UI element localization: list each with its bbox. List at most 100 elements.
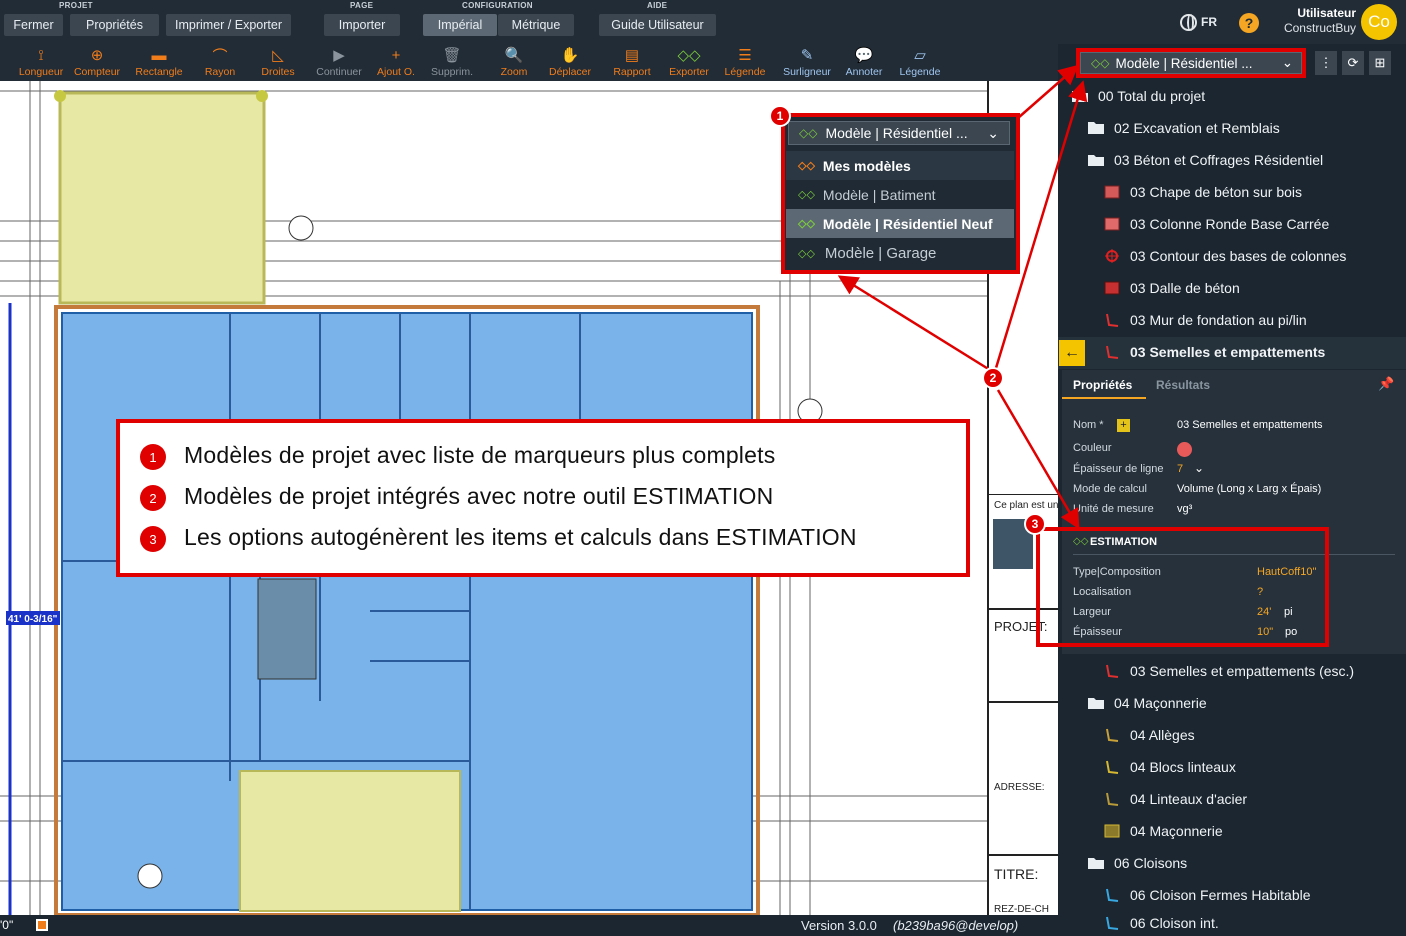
area-icon [1104,217,1120,231]
annotation-legend-tool[interactable]: ▱ Légende [899,44,941,81]
linear-icon [1106,760,1119,774]
area-icon [1104,185,1120,199]
tree-item[interactable]: 04 Maçonnerie [1058,687,1406,719]
address-label: ADRESSE: [994,782,1045,793]
user-label: Utilisateur [1297,6,1356,20]
tree-item[interactable]: 04 Linteaux d'acier [1058,783,1406,815]
menu-bar: PROJET PAGE CONFIGURATION AIDE Fermer Pr… [0,0,1406,44]
report-icon: ▤ [624,47,640,64]
estimation-logo-icon: ◇◇ [798,160,815,172]
rectangle-icon: ▬ [151,46,167,64]
lines-tool[interactable]: ◺ Droites [258,44,298,81]
print-export-button[interactable]: Imprimer / Exporter [166,14,291,36]
color-swatch[interactable] [1177,442,1192,457]
calc-mode-value[interactable]: Volume (Long x Larg x Épais) [1177,483,1321,495]
tree-item[interactable]: 06 Cloisons [1058,847,1406,879]
avatar[interactable]: Co [1361,4,1397,40]
group-label-projet: PROJET [59,1,93,10]
tree-item[interactable]: 03 Béton et Coffrages Résidentiel [1058,144,1406,176]
length-icon: ⟟ [38,46,44,64]
tree-item[interactable]: 03 Chape de béton sur bois [1058,176,1406,208]
tree-item[interactable]: 03 Contour des bases de colonnes [1058,240,1406,272]
tree-item[interactable]: 04 Blocs linteaux [1058,751,1406,783]
delete-tool[interactable]: 🗑 Supprim. [430,44,474,81]
properties-button[interactable]: Propriétés [70,14,159,36]
crosshair-icon [1105,249,1119,263]
tree-item[interactable]: 02 Excavation et Remblais [1058,112,1406,144]
legend-icon: ☰ [738,47,752,64]
tab-properties[interactable]: Propriétés [1073,378,1132,392]
tree-item[interactable]: 04 Allèges [1058,719,1406,751]
tree-item[interactable]: 03 Mur de fondation au pi/lin [1058,304,1406,336]
dropdown-item[interactable]: ◇◇ Mes modèles [786,151,1014,180]
name-value[interactable]: 03 Semelles et empattements [1177,419,1323,431]
globe-icon[interactable] [1180,14,1197,31]
imperial-toggle[interactable]: Impérial [423,14,497,36]
comment-icon: 💬 [854,47,874,64]
plus-icon: + [391,46,401,64]
dropdown-item-selected[interactable]: ◇◇ Modèle | Résidentiel Neuf [786,209,1014,238]
move-tool[interactable]: ✋ Déplacer [548,44,592,81]
linear-icon [1106,916,1119,930]
tree-item[interactable]: 00 Total du projet [1058,80,1406,112]
dropdown-item[interactable]: ◇◇ Modèle | Garage [786,239,1014,268]
add-folder-button[interactable]: ⊞ [1369,51,1391,75]
unit-value[interactable]: vg³ [1177,503,1192,515]
counter-tool[interactable]: ⊕ Compteur [73,44,121,81]
annotation-text: Modèles de projet avec liste de marqueur… [184,442,776,468]
more-options-button[interactable]: ⋮ [1315,51,1337,75]
branch-label: (b239ba96@develop) [893,918,1019,933]
annotation-number: 3 [140,526,166,552]
add-icon[interactable]: + [1117,419,1130,432]
estimation-logo-icon: ◇◇ [798,189,815,201]
import-button[interactable]: Importer [324,14,400,36]
estimation-logo-icon: ◇◇ [798,248,815,260]
legend-tool[interactable]: ☰ Légende [724,44,766,81]
length-tool[interactable]: ⟟ Longueur [18,44,64,81]
highlighter-tool[interactable]: ✎ Surligneur [782,44,832,81]
refresh-button[interactable]: ⟳ [1342,51,1364,75]
folder-open-icon [1088,858,1104,869]
folder-icon [1088,122,1104,134]
rectangle-tool[interactable]: ▬ Rectangle [135,44,183,81]
pin-icon[interactable]: 📌 [1378,376,1394,392]
name-label: Nom * [1073,419,1104,431]
radius-icon: ⌒ [212,47,228,65]
close-button[interactable]: Fermer [4,14,63,36]
annotation-text: Les options autogénèrent les items et ca… [184,524,857,550]
radius-tool[interactable]: ⌒ Rayon [200,44,240,81]
dropdown-item[interactable]: ◇◇ Modèle | Batiment [786,180,1014,209]
report-tool[interactable]: ▤ Rapport [612,44,652,81]
linear-icon [1106,664,1119,678]
snap-icon[interactable] [36,919,48,931]
tree-item[interactable]: 03 Dalle de béton [1058,272,1406,304]
add-tool[interactable]: + Ajout O. [375,44,417,81]
tree-item[interactable]: 03 Semelles et empattements (esc.) [1058,655,1406,687]
line-width-value[interactable]: 7 [1177,463,1183,475]
continue-tool[interactable]: ▶ Continuer [315,44,363,81]
tab-results[interactable]: Résultats [1156,378,1210,392]
floor-label: REZ-DE-CH [994,904,1049,915]
annotate-tool[interactable]: 💬 Annoter [843,44,885,81]
estimation-logo-icon: ◇◇ [798,218,815,230]
chevron-down-icon[interactable]: ⌄ [1194,461,1204,475]
export-tool[interactable]: ◇◇ Exporter [668,44,710,81]
tree-item-selected[interactable]: 03 Semelles et empattements [1058,336,1406,368]
metric-toggle[interactable]: Métrique [498,14,574,36]
dropdown-selector[interactable]: ◇◇ Modèle | Résidentiel ... ⌄ [788,121,1010,145]
tree-item[interactable]: 03 Colonne Ronde Base Carrée [1058,208,1406,240]
estimation-logo-icon: ◇◇ [799,126,818,140]
crosshair-icon: ⊕ [90,47,104,64]
tree-item[interactable]: 06 Cloison Fermes Habitable [1058,879,1406,911]
linear-icon [1106,792,1119,806]
tree-item[interactable]: 04 Maçonnerie [1058,815,1406,847]
linear-icon [1106,888,1119,902]
calc-mode-label: Mode de calcul [1073,483,1147,495]
tree-item[interactable]: 06 Cloison int. [1058,910,1406,936]
coord-readout: '0" [0,918,14,932]
callout-badge-1: 1 [769,105,791,127]
annotation-number: 1 [140,444,166,470]
zoom-tool[interactable]: 🔍 Zoom [498,44,530,81]
user-guide-button[interactable]: Guide Utilisateur [599,14,716,36]
language-selector[interactable]: FR [1201,15,1217,29]
